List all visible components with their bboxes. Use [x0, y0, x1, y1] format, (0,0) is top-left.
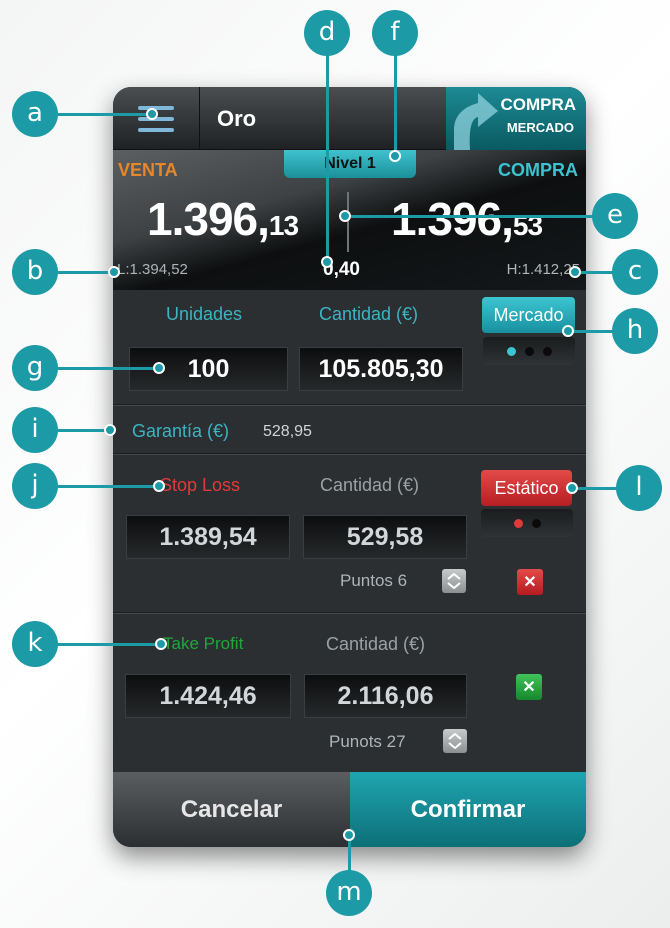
take-profit-label: Take Profit	[163, 634, 244, 653]
page-dot	[524, 346, 534, 356]
callout-anchor-f	[389, 150, 401, 162]
units-label: Unidades	[166, 304, 243, 324]
callout-f: f	[372, 10, 418, 56]
take-profit-stepper[interactable]	[443, 729, 467, 753]
callout-anchor-e	[339, 210, 351, 222]
buy-market-label: COMPRA	[500, 95, 576, 114]
callout-anchor-j	[153, 480, 165, 492]
menu-button[interactable]	[113, 87, 200, 150]
callout-line-i	[58, 429, 110, 432]
buy-market-sublabel: MERCADO	[506, 120, 574, 135]
take-profit-price-field[interactable]: 1.424,46	[125, 674, 291, 718]
callout-e: e	[592, 193, 638, 239]
page-dot-active	[513, 518, 523, 528]
callout-anchor-h	[562, 325, 574, 337]
remove-stop-loss-button[interactable]: ✕	[517, 569, 543, 595]
callout-anchor-d	[321, 256, 333, 268]
callout-line-j	[58, 485, 158, 488]
callout-anchor-m	[343, 829, 355, 841]
low-price: L:1.394,52	[117, 261, 188, 278]
up-down-arrows-icon	[448, 733, 462, 749]
callout-line-k	[58, 643, 160, 646]
stop-loss-amount-label: Cantidad (€)	[320, 475, 420, 495]
callout-k: k	[12, 621, 58, 667]
callout-b: b	[12, 249, 58, 295]
guarantee-label: Garantía (€)	[132, 421, 230, 441]
close-icon: ✕	[523, 574, 537, 591]
stop-loss-stepper[interactable]	[442, 569, 466, 593]
callout-anchor-b	[108, 266, 120, 278]
price-area: VENTA COMPRA Nivel 1 1.396,13 1.396,53 L…	[113, 150, 586, 290]
up-down-arrows-icon	[447, 573, 461, 589]
take-profit-points: Punots 27	[329, 732, 406, 751]
callout-anchor-c	[569, 266, 581, 278]
callout-line-h	[568, 330, 618, 333]
callout-j: j	[12, 463, 58, 509]
callout-line-l	[572, 487, 622, 490]
callout-line-f	[394, 55, 397, 155]
sell-price-button[interactable]: 1.396,13	[147, 192, 299, 246]
guarantee-value: 528,95	[263, 423, 312, 440]
section-divider	[113, 404, 586, 406]
page-dot	[531, 518, 541, 528]
buy-price-button[interactable]: 1.396,53	[391, 192, 543, 246]
buy-price-main: 1.396,	[391, 193, 514, 245]
stop-loss-points: Puntos 6	[340, 571, 408, 590]
callout-c: c	[612, 249, 658, 295]
callout-line-b	[58, 271, 113, 274]
take-profit-amount-field[interactable]: 2.116,06	[304, 674, 467, 718]
instrument-name: Oro	[217, 106, 257, 131]
callout-anchor-a	[146, 108, 158, 120]
sell-price-decimals: 13	[268, 210, 299, 241]
stop-loss-amount-field[interactable]: 529,58	[303, 515, 467, 559]
callout-d: d	[304, 10, 350, 56]
sell-label: VENTA	[118, 160, 178, 180]
callout-m: m	[326, 870, 372, 916]
order-type-page-indicator[interactable]	[483, 337, 575, 365]
amount-label: Cantidad (€)	[319, 304, 419, 324]
callout-l: l	[616, 465, 662, 511]
take-profit-amount-label: Cantidad (€)	[326, 634, 426, 654]
buy-label: COMPRA	[498, 160, 578, 180]
section-divider	[113, 453, 586, 455]
callout-line-d	[326, 55, 329, 263]
buy-market-button[interactable]: COMPRA MERCADO	[446, 87, 586, 150]
sell-price-main: 1.396,	[147, 193, 270, 245]
stop-mode-page-indicator[interactable]	[481, 509, 573, 537]
callout-anchor-k	[155, 638, 167, 650]
section-divider	[113, 612, 586, 614]
callout-anchor-l	[566, 482, 578, 494]
confirm-button[interactable]: Confirmar	[350, 772, 586, 847]
remove-take-profit-button[interactable]: ✕	[516, 674, 542, 700]
callout-g: g	[12, 345, 58, 391]
callout-line-e	[345, 215, 595, 218]
cancel-button[interactable]: Cancelar	[113, 772, 350, 847]
callout-anchor-i	[104, 424, 116, 436]
page-dot-active	[506, 346, 516, 356]
callout-line-a	[58, 113, 153, 116]
order-type-button[interactable]: Mercado	[482, 297, 575, 333]
callout-i: i	[12, 407, 58, 453]
callout-a: a	[12, 91, 58, 137]
stop-mode-button[interactable]: Estático	[481, 470, 572, 506]
amount-field[interactable]: 105.805,30	[299, 347, 463, 391]
close-icon: ✕	[522, 679, 536, 696]
ticket-header: Oro COMPRA MERCADO	[113, 87, 586, 150]
price-divider	[347, 192, 349, 252]
callout-h: h	[612, 308, 658, 354]
stop-loss-price-field[interactable]: 1.389,54	[126, 515, 290, 559]
trade-ticket-panel: Oro COMPRA MERCADO VENTA COMPRA Nivel 1 …	[113, 87, 586, 847]
callout-line-g	[58, 367, 158, 370]
stop-loss-label: Stop Loss	[160, 475, 241, 495]
callout-line-c	[575, 271, 615, 274]
page-dot	[542, 346, 552, 356]
callout-anchor-g	[153, 362, 165, 374]
